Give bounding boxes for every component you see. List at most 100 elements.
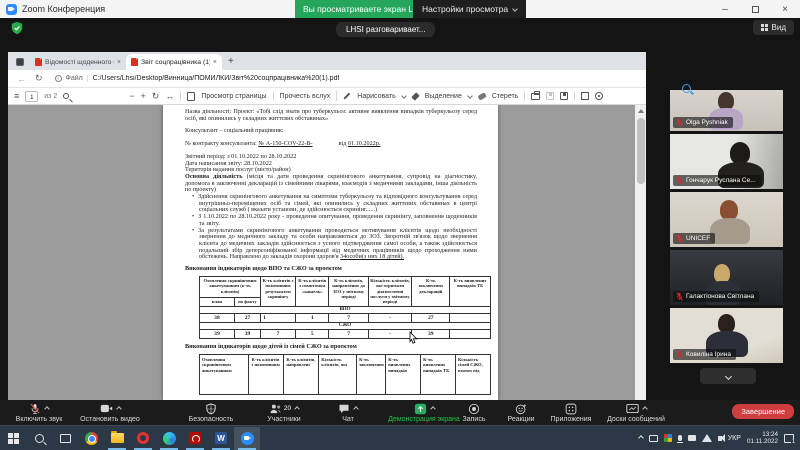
- volume-tray-icon[interactable]: [718, 436, 722, 441]
- mouse-cursor: [409, 331, 418, 344]
- view-settings-button[interactable]: Настройки просмотра: [413, 0, 526, 18]
- info-icon[interactable]: i: [55, 75, 62, 82]
- shield-icon: [205, 403, 217, 415]
- pdf-content-area: Назва діяльності: Проект: «Тобі слід зна…: [8, 105, 646, 400]
- chat-button[interactable]: Чат: [328, 402, 368, 424]
- zoom-in-icon[interactable]: +: [141, 91, 146, 101]
- chat-icon: [338, 403, 350, 414]
- zoom-toolbar: Включить звук Остановить видео Безопасно…: [0, 400, 800, 425]
- network-tray-icon[interactable]: [702, 434, 712, 442]
- doc-activity-name: Назва діяльності: Проект: «Тобі слід зна…: [185, 109, 477, 122]
- more-participants-button[interactable]: [700, 368, 756, 384]
- search-icon[interactable]: [682, 84, 691, 93]
- zoom-out-icon[interactable]: −: [129, 91, 134, 101]
- restore-button[interactable]: [740, 0, 770, 18]
- toc-icon[interactable]: ≡: [14, 91, 19, 101]
- close-tab-icon[interactable]: ×: [213, 59, 217, 66]
- close-tab-icon[interactable]: ×: [117, 59, 121, 66]
- page-view-button[interactable]: Просмотр страницы: [201, 93, 266, 100]
- draw-button[interactable]: Нарисовать: [357, 93, 395, 100]
- defender-tray-icon[interactable]: [664, 434, 672, 442]
- whiteboard-icon: [626, 403, 639, 414]
- zoom-logo-icon: [6, 4, 17, 15]
- mic-muted-icon: [676, 234, 683, 243]
- chevron-down-icon[interactable]: [401, 93, 407, 99]
- chevron-down-icon[interactable]: [467, 93, 473, 99]
- chevron-down-icon: [724, 372, 731, 379]
- search-icon[interactable]: [63, 93, 69, 99]
- word-taskbar-button[interactable]: W: [208, 427, 234, 450]
- participant-video[interactable]: Ковиліна Ірина: [670, 308, 783, 363]
- action-center-icon[interactable]: 1: [784, 434, 794, 443]
- scrollbar-thumb[interactable]: [637, 118, 645, 184]
- section-vpo: ВПО: [200, 306, 491, 313]
- start-button[interactable]: [0, 427, 26, 450]
- mic-muted-icon: [676, 292, 683, 301]
- zoom-taskbar-button[interactable]: [234, 427, 260, 450]
- view-button[interactable]: Вид: [753, 20, 794, 35]
- task-view-button[interactable]: [52, 427, 78, 450]
- taskbar-search-button[interactable]: [26, 427, 52, 450]
- scrollbar[interactable]: [635, 105, 646, 400]
- edge-taskbar-button[interactable]: [156, 427, 182, 450]
- clock[interactable]: 13:24 01.11.2022: [747, 431, 778, 445]
- mute-button[interactable]: Включить звук: [8, 402, 70, 424]
- explorer-taskbar-button[interactable]: [104, 427, 130, 450]
- participant-video[interactable]: UNICEF: [670, 192, 783, 247]
- stop-video-button[interactable]: Остановить видео: [72, 402, 148, 424]
- apps-button[interactable]: Приложения: [544, 402, 598, 424]
- security-button[interactable]: Безопасность: [180, 402, 242, 424]
- scroll-up-icon[interactable]: [635, 105, 646, 116]
- chevron-up-icon[interactable]: [116, 406, 122, 412]
- participant-video[interactable]: Галактіонова Світлана: [670, 250, 783, 305]
- fullscreen-icon[interactable]: [581, 92, 589, 100]
- erase-button[interactable]: Стереть: [492, 93, 518, 100]
- record-button[interactable]: Запись: [452, 402, 496, 424]
- end-meeting-button[interactable]: Завершение: [732, 404, 794, 419]
- chevron-up-icon[interactable]: [44, 406, 50, 412]
- display-tray-icon[interactable]: [649, 435, 658, 442]
- tab-social-worker-report[interactable]: Звіт соцпрацівника (1).pdf ×: [126, 54, 222, 70]
- opera-taskbar-button[interactable]: [130, 427, 156, 450]
- page-number-input[interactable]: 1: [25, 91, 38, 102]
- microphone-tray-icon[interactable]: [678, 435, 682, 441]
- refresh-icon[interactable]: ↻: [35, 73, 43, 84]
- reactions-button[interactable]: Реакции: [498, 402, 544, 424]
- participant-count-badge: 20: [284, 405, 291, 412]
- chevron-up-icon[interactable]: [353, 406, 359, 412]
- chevron-up-icon[interactable]: [294, 406, 300, 412]
- close-button[interactable]: ×: [770, 0, 800, 18]
- acrobat-taskbar-button[interactable]: [182, 427, 208, 450]
- print-icon[interactable]: [531, 93, 540, 100]
- doc-bullet-1: •Здійснення скринінгового анкетування на…: [185, 194, 477, 214]
- whiteboard-button[interactable]: Доски сообщений: [598, 402, 674, 424]
- chevron-up-icon[interactable]: [642, 406, 648, 412]
- save-icon[interactable]: [546, 92, 554, 100]
- video-camera-icon: [100, 403, 113, 414]
- new-tab-button[interactable]: +: [228, 56, 234, 67]
- doc-bullet-3: •За результатами скринінгового анкетуван…: [185, 228, 477, 262]
- read-aloud-button[interactable]: Прочесть вслух: [280, 93, 331, 100]
- tab-daily-records[interactable]: Відомості щоденного обліку (1 ×: [30, 54, 126, 70]
- participant-name-label: Ковиліна Ірина: [673, 349, 736, 361]
- participants-button[interactable]: 20 Участники: [250, 402, 318, 424]
- restore-icon: [752, 6, 759, 13]
- address-text[interactable]: Файл | C:/Users/Lhsi/Desktop/Винница/ПОМ…: [66, 75, 340, 82]
- page-view-icon: [187, 92, 195, 101]
- highlight-button[interactable]: Выделение: [425, 93, 462, 100]
- screen-share-icon: [414, 403, 427, 415]
- settings-gear-icon[interactable]: [595, 92, 603, 100]
- chrome-taskbar-button[interactable]: [78, 427, 104, 450]
- hidden-icons-chevron[interactable]: [638, 435, 644, 441]
- participant-video[interactable]: Гончарук Руслана Се...: [670, 134, 783, 189]
- participant-video[interactable]: Olga Pyshniak: [670, 90, 783, 131]
- workspaces-icon[interactable]: [16, 58, 24, 66]
- rotate-icon[interactable]: ↻: [152, 91, 160, 102]
- save-as-icon[interactable]: [560, 92, 568, 100]
- back-icon[interactable]: ←: [17, 74, 26, 84]
- minimize-button[interactable]: –: [710, 0, 740, 18]
- camera-tray-icon[interactable]: [688, 435, 696, 441]
- fit-width-icon[interactable]: ↔: [165, 91, 174, 101]
- language-indicator[interactable]: УКР: [728, 435, 741, 442]
- chevron-up-icon[interactable]: [430, 406, 436, 412]
